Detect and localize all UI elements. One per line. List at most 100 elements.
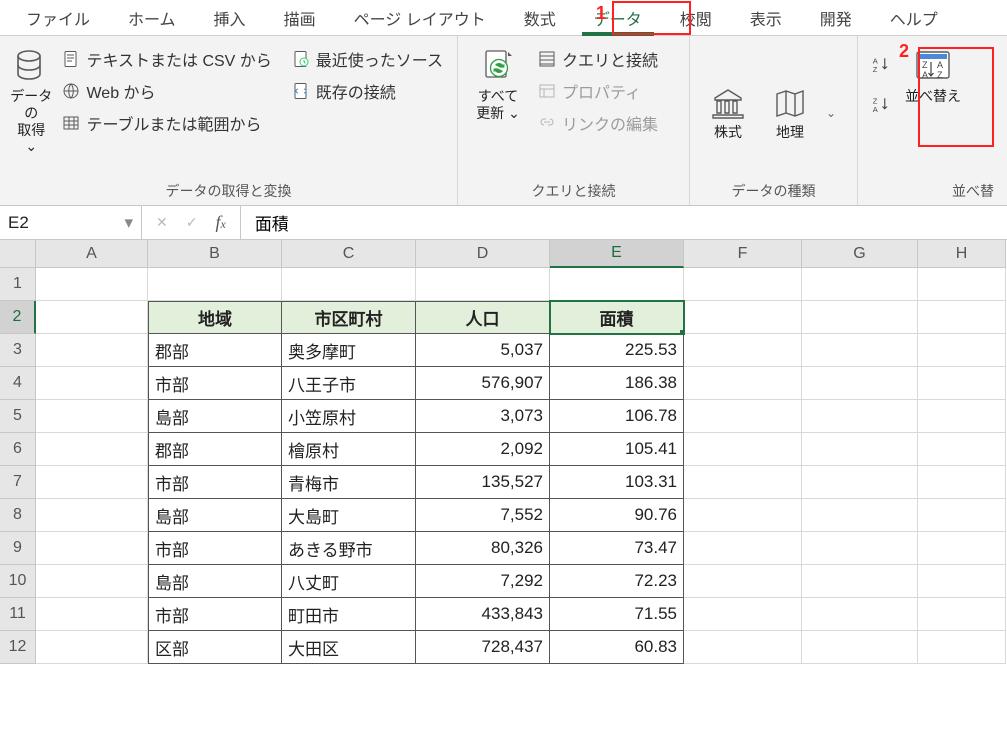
tab-ホーム[interactable]: ホーム bbox=[110, 0, 194, 35]
cell[interactable] bbox=[918, 466, 1006, 499]
cell[interactable]: 八丈町 bbox=[282, 565, 416, 598]
cancel-icon[interactable]: ✕ bbox=[156, 214, 168, 231]
cell[interactable]: 檜原村 bbox=[282, 433, 416, 466]
cell[interactable]: 市部 bbox=[148, 598, 282, 631]
cell[interactable] bbox=[684, 565, 802, 598]
cell[interactable]: 郡部 bbox=[148, 334, 282, 367]
cell[interactable] bbox=[802, 565, 918, 598]
cell[interactable] bbox=[684, 268, 802, 301]
cell[interactable]: 5,037 bbox=[416, 334, 550, 367]
row-header-8[interactable]: 8 bbox=[0, 499, 36, 532]
cell[interactable]: 2,092 bbox=[416, 433, 550, 466]
cell[interactable]: 7,292 bbox=[416, 565, 550, 598]
cell[interactable]: 71.55 bbox=[550, 598, 684, 631]
cell[interactable]: 郡部 bbox=[148, 433, 282, 466]
queries-connections-button[interactable]: クエリと接続 bbox=[534, 46, 662, 72]
cell[interactable]: 八王子市 bbox=[282, 367, 416, 400]
row-header-11[interactable]: 11 bbox=[0, 598, 36, 631]
table-header-cell[interactable]: 市区町村 bbox=[282, 301, 416, 334]
tab-ヘルプ[interactable]: ヘルプ bbox=[872, 0, 956, 35]
cell[interactable] bbox=[802, 301, 918, 334]
enter-icon[interactable]: ✓ bbox=[186, 214, 198, 231]
cell[interactable]: 72.23 bbox=[550, 565, 684, 598]
cell[interactable] bbox=[36, 565, 148, 598]
cell[interactable] bbox=[918, 565, 1006, 598]
cell[interactable]: 市部 bbox=[148, 532, 282, 565]
cell[interactable]: 135,527 bbox=[416, 466, 550, 499]
cell[interactable] bbox=[802, 334, 918, 367]
from-table-range-button[interactable]: テーブルまたは範囲から bbox=[58, 110, 275, 136]
cell[interactable]: 市部 bbox=[148, 367, 282, 400]
cell[interactable] bbox=[684, 433, 802, 466]
cell[interactable] bbox=[684, 598, 802, 631]
cell[interactable] bbox=[918, 631, 1006, 664]
cell[interactable]: 60.83 bbox=[550, 631, 684, 664]
row-header-4[interactable]: 4 bbox=[0, 367, 36, 400]
cell[interactable] bbox=[918, 499, 1006, 532]
cell[interactable]: 青梅市 bbox=[282, 466, 416, 499]
cell[interactable] bbox=[802, 532, 918, 565]
cell[interactable] bbox=[148, 268, 282, 301]
from-text-csv-button[interactable]: テキストまたは CSV から bbox=[58, 46, 275, 72]
table-header-cell[interactable]: 地域 bbox=[148, 301, 282, 334]
row-header-1[interactable]: 1 bbox=[0, 268, 36, 301]
table-header-cell[interactable]: 人口 bbox=[416, 301, 550, 334]
cell[interactable] bbox=[802, 400, 918, 433]
tab-描画[interactable]: 描画 bbox=[266, 0, 334, 35]
cell[interactable]: 80,326 bbox=[416, 532, 550, 565]
cell[interactable] bbox=[918, 301, 1006, 334]
cell[interactable] bbox=[802, 433, 918, 466]
refresh-all-button[interactable]: すべて更新 ⌄ bbox=[468, 42, 528, 179]
gallery-dropdown-icon[interactable]: ⌄ bbox=[824, 98, 838, 128]
cell[interactable]: 区部 bbox=[148, 631, 282, 664]
cell[interactable]: あきる野市 bbox=[282, 532, 416, 565]
cell[interactable] bbox=[918, 334, 1006, 367]
tab-ページ レイアウト[interactable]: ページ レイアウト bbox=[336, 0, 504, 35]
cell[interactable] bbox=[918, 268, 1006, 301]
tab-データ[interactable]: データ bbox=[576, 0, 660, 35]
cell[interactable] bbox=[36, 400, 148, 433]
existing-connections-button[interactable]: 既存の接続 bbox=[288, 78, 447, 104]
column-header-F[interactable]: F bbox=[684, 240, 802, 268]
cell[interactable]: 7,552 bbox=[416, 499, 550, 532]
cell[interactable] bbox=[36, 466, 148, 499]
cell[interactable] bbox=[36, 499, 148, 532]
column-header-E[interactable]: E bbox=[550, 240, 684, 268]
cell[interactable] bbox=[550, 268, 684, 301]
cell[interactable]: 島部 bbox=[148, 565, 282, 598]
geography-data-type-button[interactable]: 地理 bbox=[762, 80, 818, 141]
name-box[interactable]: E2 ▾ bbox=[0, 206, 142, 239]
cell[interactable]: 大島町 bbox=[282, 499, 416, 532]
row-header-2[interactable]: 2 bbox=[0, 301, 36, 334]
cell[interactable]: 105.41 bbox=[550, 433, 684, 466]
sort-button[interactable]: ZAAZ 並べ替え bbox=[900, 42, 966, 179]
cell[interactable] bbox=[36, 433, 148, 466]
cell[interactable]: 106.78 bbox=[550, 400, 684, 433]
cell[interactable]: 186.38 bbox=[550, 367, 684, 400]
cell[interactable] bbox=[684, 499, 802, 532]
row-header-7[interactable]: 7 bbox=[0, 466, 36, 499]
cell[interactable] bbox=[684, 532, 802, 565]
cell[interactable]: 奥多摩町 bbox=[282, 334, 416, 367]
tab-開発[interactable]: 開発 bbox=[802, 0, 870, 35]
cell[interactable] bbox=[802, 499, 918, 532]
formula-input[interactable] bbox=[241, 206, 1007, 239]
cell[interactable] bbox=[684, 631, 802, 664]
cell[interactable]: 728,437 bbox=[416, 631, 550, 664]
cell[interactable] bbox=[36, 301, 148, 334]
cell[interactable] bbox=[918, 367, 1006, 400]
cell[interactable] bbox=[802, 598, 918, 631]
stocks-data-type-button[interactable]: 株式 bbox=[700, 80, 756, 141]
cell[interactable] bbox=[918, 598, 1006, 631]
cell[interactable]: 576,907 bbox=[416, 367, 550, 400]
cell[interactable] bbox=[802, 466, 918, 499]
cell[interactable] bbox=[36, 532, 148, 565]
cell[interactable] bbox=[802, 367, 918, 400]
select-all-corner[interactable] bbox=[0, 240, 36, 268]
get-data-button[interactable]: データの取得 ⌄ bbox=[10, 42, 52, 179]
cell[interactable] bbox=[684, 367, 802, 400]
column-header-H[interactable]: H bbox=[918, 240, 1006, 268]
tab-校閲[interactable]: 校閲 bbox=[662, 0, 730, 35]
row-header-12[interactable]: 12 bbox=[0, 631, 36, 664]
cell[interactable]: 小笠原村 bbox=[282, 400, 416, 433]
